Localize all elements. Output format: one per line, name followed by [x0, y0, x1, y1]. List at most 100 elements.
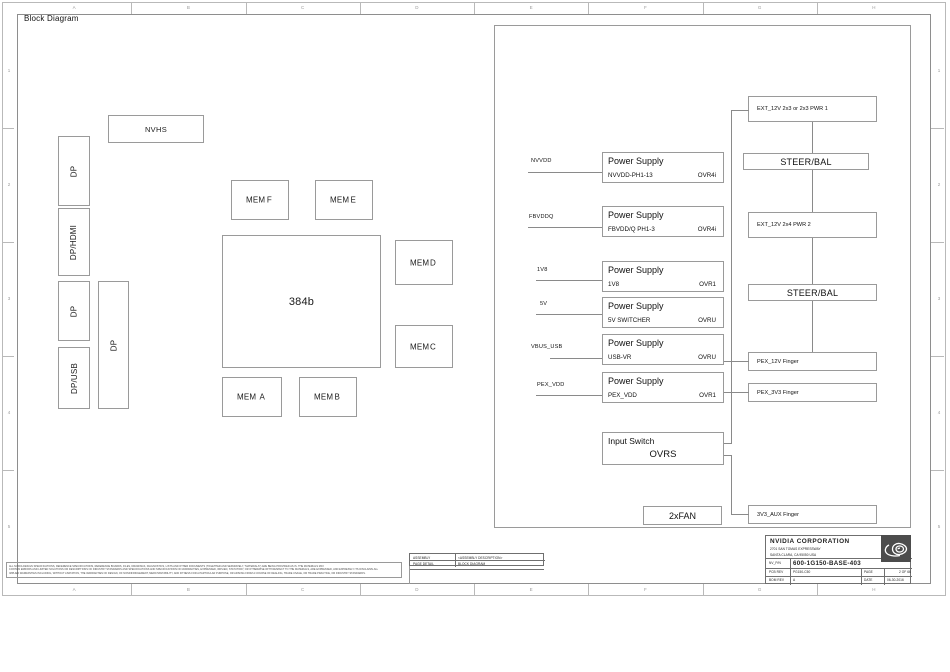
zone-label-col-B: B	[186, 587, 190, 592]
date-value: 06-30-2016	[887, 578, 904, 582]
power-supply-title: Power Supply	[608, 376, 664, 386]
mem-bank: A	[259, 392, 265, 402]
connector-label: EXT_12V 2x4 PWR 2	[757, 222, 811, 228]
zone-label-col-G: G	[757, 587, 762, 592]
zone-label-col-G: G	[757, 5, 762, 10]
fan-block[interactable]: 2xFAN	[643, 506, 722, 525]
zone-label-col-A: A	[72, 5, 76, 10]
connector-pex-3v3-finger[interactable]: PEX_3V3 Finger	[748, 383, 877, 402]
page-title: Block Diagram	[24, 14, 79, 23]
io-block-dp-3[interactable]: DP	[98, 281, 129, 409]
input-switch-title: Input Switch	[608, 436, 655, 446]
power-supply-nvvdd[interactable]: Power Supply NVVDD-PH1-13 OVR4i	[602, 152, 724, 183]
connector-label: EXT_12V 2x3 or 2x3 PWR 1	[757, 106, 828, 112]
assembly-underline	[409, 569, 544, 570]
zone-label-row-4: 4	[7, 410, 11, 415]
wire-inputswitch-to-trunk-lower	[724, 455, 732, 456]
power-supply-title: Power Supply	[608, 210, 664, 220]
input-switch-ovr: OVRS	[649, 449, 677, 460]
mem-block-c[interactable]: MEM C	[395, 325, 453, 368]
power-supply-ovr: OVR1	[699, 281, 716, 288]
disclaimer-line-3: IMPLIED WARRANTIES INCLUDING, WITHOUT LI…	[9, 571, 366, 575]
mem-block-d[interactable]: MEM D	[395, 240, 453, 285]
nvhs-label: NVHS	[144, 124, 168, 134]
connector-3v3-aux-finger[interactable]: 3V3_AUX Finger	[748, 505, 877, 524]
mem-block-f[interactable]: MEM F	[231, 180, 289, 220]
net-label-5v: 5V	[540, 301, 548, 307]
bom-rev-label: BOM REV	[769, 578, 785, 582]
zone-tick	[931, 128, 944, 129]
zone-tick	[245, 2, 247, 14]
power-supply-ovr: OVRU	[698, 317, 716, 324]
zone-tick	[474, 2, 475, 14]
io-block-dp-2[interactable]: DP	[58, 281, 90, 341]
io-block-dp-1[interactable]: DP	[58, 136, 90, 206]
zone-tick	[2, 356, 14, 357]
mem-bank: E	[350, 195, 356, 205]
mem-block-a[interactable]: MEM A	[222, 377, 282, 417]
zone-tick	[2, 242, 14, 243]
zone-label-row-2: 2	[937, 182, 941, 187]
connector-label: PEX_3V3 Finger	[757, 389, 799, 396]
pcb-rev-value: PG150-C50	[793, 570, 811, 574]
schematic-sheet: A A B B C C D D E E F F G G H H 1 1 2 2 3 3 4 4 5 5 Block Diagram…	[0, 0, 950, 672]
connector-label: STEER/BAL	[786, 287, 839, 298]
power-supply-pex-vdd[interactable]: Power Supply PEX_VDD OVR1	[602, 372, 724, 403]
wire-trunk-to-pex12v	[724, 361, 749, 362]
zone-label-col-A: A	[72, 587, 76, 592]
connector-ext12v-pwr1[interactable]: EXT_12V 2x3 or 2x3 PWR 1	[748, 96, 877, 122]
connector-pex-12v-finger[interactable]: PEX_12V Finger	[748, 352, 877, 371]
mem-block-b[interactable]: MEM B	[299, 377, 357, 417]
io-block-label: DP/HDMI	[69, 224, 79, 260]
date-label: DATE	[864, 578, 873, 582]
steer-bal-block-2[interactable]: STEER/BAL	[748, 284, 877, 301]
power-supply-fbvddq[interactable]: Power Supply FBVDD/Q PH1-3 OVR4i	[602, 206, 724, 237]
zone-label-row-5: 5	[937, 524, 941, 529]
zone-label-col-F: F	[644, 587, 647, 592]
assembly-value: <ASSEMBLY DESCRIPTION>	[458, 555, 503, 560]
zone-tick	[702, 584, 704, 596]
steer-bal-block-1[interactable]: STEER/BAL	[743, 153, 869, 170]
part-number-label: NV_P/N	[769, 561, 781, 565]
net-wire-fbvddq	[528, 227, 602, 228]
input-switch-block[interactable]: Input Switch OVRS	[602, 432, 724, 465]
zone-tick	[931, 356, 944, 357]
zone-tick	[2, 470, 14, 471]
zone-label-row-5: 5	[7, 524, 11, 529]
power-supply-title: Power Supply	[608, 301, 664, 311]
io-block-label: DP/USB	[69, 362, 79, 394]
zone-label-col-H: H	[872, 5, 876, 10]
power-supply-usb-vr[interactable]: Power Supply USB-VR OVRU	[602, 334, 724, 365]
net-wire-pex-vdd	[536, 395, 602, 396]
io-block-dp-usb[interactable]: DP/USB	[58, 347, 90, 409]
power-supply-5v[interactable]: Power Supply 5V SWITCHER OVRU	[602, 297, 724, 328]
assembly-description-block: ASSEMBLY <ASSEMBLY DESCRIPTION> PAGE DET…	[409, 553, 545, 567]
connector-ext12v-pwr2[interactable]: EXT_12V 2x4 PWR 2	[748, 212, 877, 238]
net-wire-nvvdd	[528, 172, 602, 173]
gpu-core-block[interactable]: 384b	[222, 235, 381, 368]
nvidia-logo-icon	[881, 535, 911, 562]
zone-label-col-B: B	[186, 5, 190, 10]
company-address-2: SANTA CLARA, CA 95050 USA	[770, 552, 817, 557]
connector-label: PEX_12V Finger	[757, 358, 799, 365]
zone-tick	[359, 584, 361, 596]
power-supply-1v8[interactable]: Power Supply 1V8 OVR1	[602, 261, 724, 292]
io-block-dp-hdmi[interactable]: DP/HDMI	[58, 208, 90, 276]
power-supply-ovr: OVR4i	[697, 226, 716, 233]
zone-label-row-1: 1	[937, 68, 941, 73]
wire-steer1-to-pwr2	[812, 170, 813, 212]
power-supply-title: Power Supply	[608, 265, 664, 275]
mem-prefix: MEM	[237, 392, 257, 402]
mem-bank: C	[430, 342, 436, 351]
power-supply-ovr: OVR1	[699, 392, 716, 399]
nvhs-block[interactable]: NVHS	[108, 115, 204, 143]
page-value: 2 OF 66	[899, 570, 911, 574]
company-address-1: 2701 SAN TOMAS EXPRESSWAY	[770, 547, 821, 551]
company-name: NVIDIA CORPORATION	[770, 538, 850, 545]
net-label-nvvdd: NVVDD	[531, 158, 552, 164]
mem-bank: B	[334, 392, 340, 402]
power-supply-ovr: OVRU	[698, 354, 716, 361]
power-trunk-bus-lower	[731, 455, 732, 515]
mem-block-e[interactable]: MEM E	[315, 180, 373, 220]
net-wire-1v8	[536, 280, 602, 281]
